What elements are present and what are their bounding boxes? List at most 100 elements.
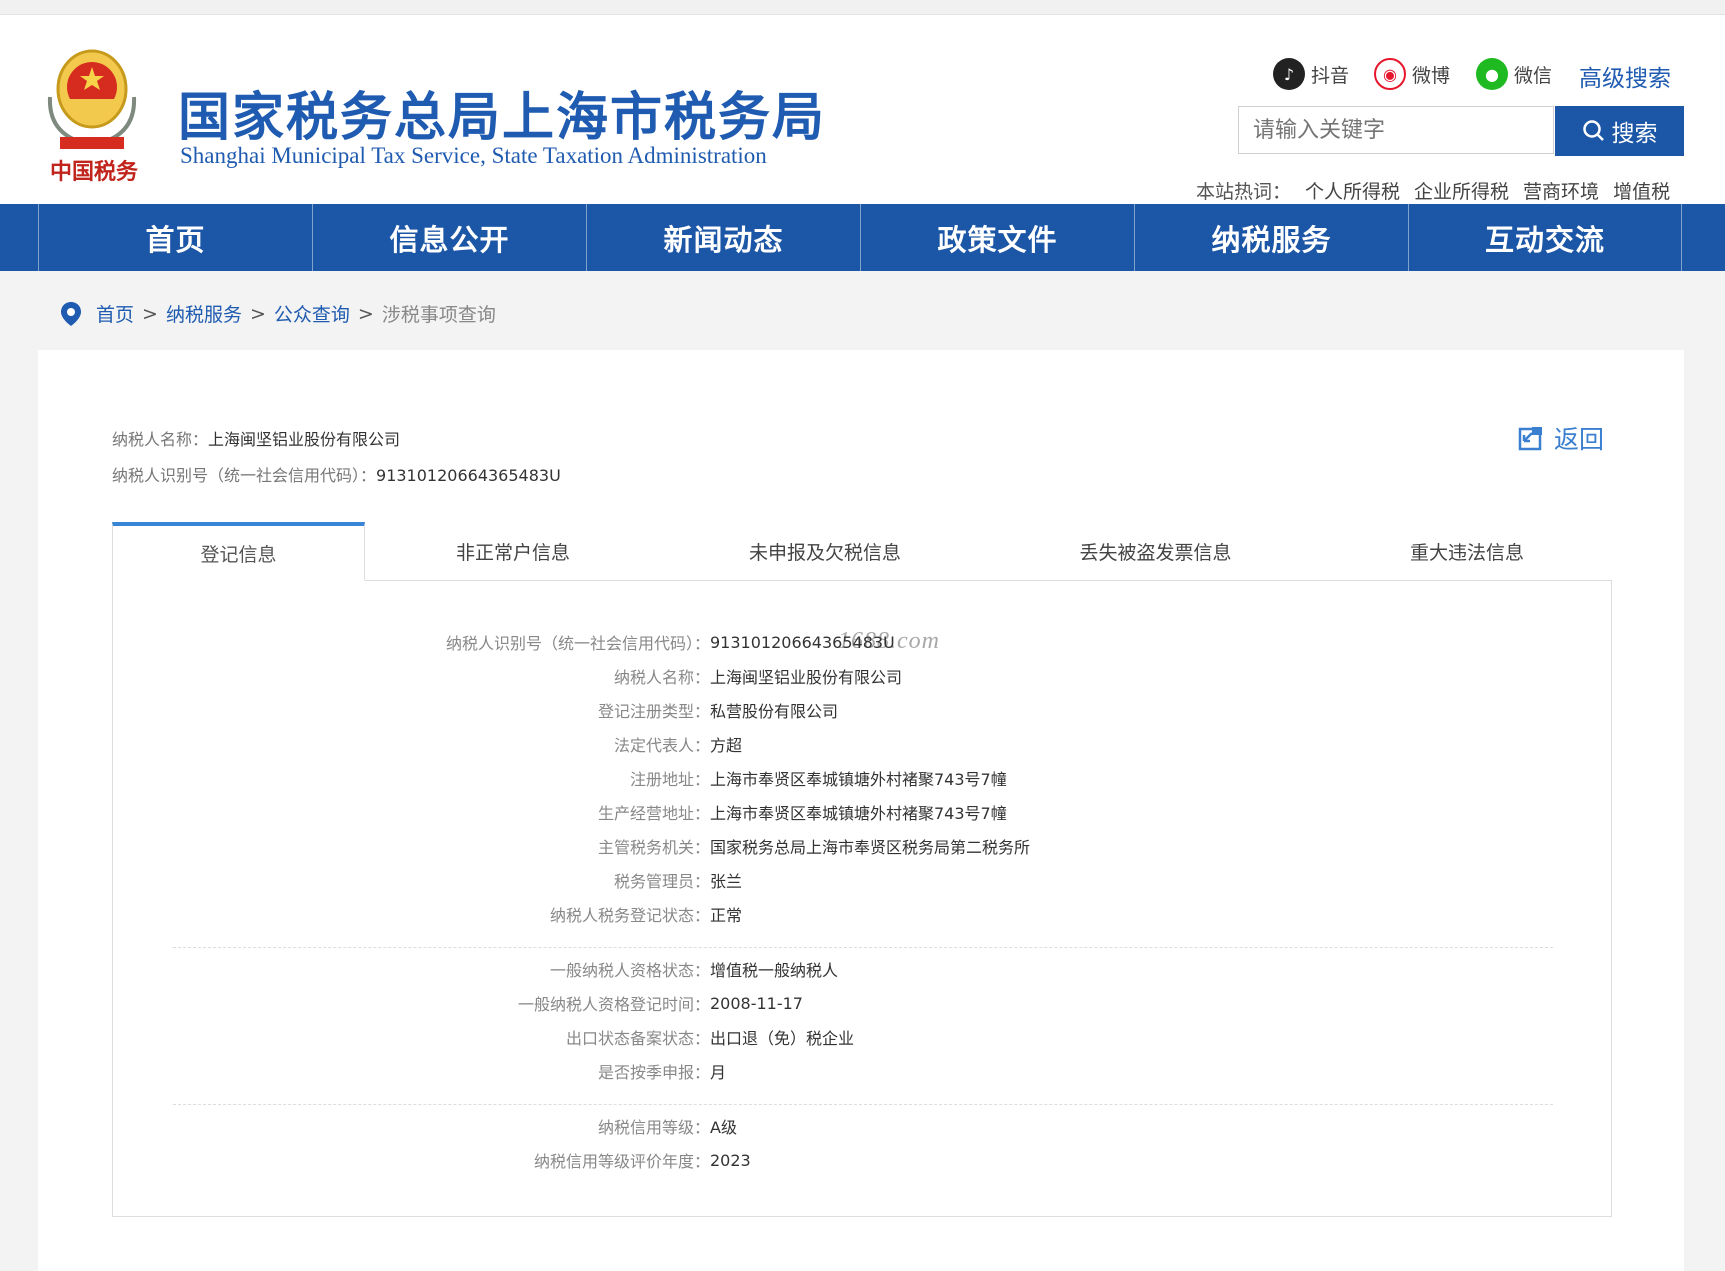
site-subtitle: Shanghai Municipal Tax Service, State Ta…: [180, 143, 767, 168]
search-button-label: 搜索: [1611, 121, 1658, 147]
info-row: 注册地址： 上海市奉贤区奉城镇塘外村褚聚743号7幢: [113, 761, 1611, 795]
breadcrumb-separator: >: [357, 302, 374, 325]
tab-abnormal[interactable]: 非正常户信息: [365, 522, 661, 580]
field-label: 纳税人识别号（统一社会信用代码）：: [445, 634, 710, 653]
field-label: 税务管理员：: [613, 872, 710, 891]
taxpayer-summary: 纳税人名称：上海闽坚铝业股份有限公司 纳税人识别号（统一社会信用代码）：9131…: [112, 422, 561, 494]
info-row: 纳税人名称： 上海闽坚铝业股份有限公司: [113, 659, 1611, 693]
breadcrumb-separator: >: [142, 302, 158, 325]
search-button[interactable]: 搜索: [1555, 106, 1684, 156]
weibo-label: 微博: [1412, 64, 1451, 87]
info-row: 主管税务机关： 国家税务总局上海市奉贤区税务局第二税务所: [113, 829, 1611, 863]
nav-tax-service[interactable]: 纳税服务: [1134, 204, 1408, 271]
field-value: 私营股份有限公司: [710, 702, 839, 721]
content-card: 纳税人名称：上海闽坚铝业股份有限公司 纳税人识别号（统一社会信用代码）：9131…: [38, 350, 1684, 1271]
nav-home[interactable]: 首页: [38, 204, 312, 271]
field-label: 纳税信用等级评价年度：: [533, 1152, 710, 1171]
national-emblem-logo: 中国税务: [40, 37, 156, 197]
weibo-icon: ◉: [1374, 58, 1406, 90]
hotword-item[interactable]: 增值税: [1613, 177, 1670, 204]
field-value: 上海闽坚铝业股份有限公司: [710, 668, 903, 687]
info-row: 出口状态备案状态： 出口退（免）税企业: [113, 1020, 1611, 1054]
field-value: A级: [710, 1118, 737, 1137]
back-icon: [1518, 427, 1542, 451]
info-row: 一般纳税人资格状态： 增值税一般纳税人: [113, 952, 1611, 986]
info-row: 法定代表人： 方超: [113, 727, 1611, 761]
breadcrumb-home[interactable]: 首页: [96, 300, 134, 327]
field-label: 纳税人名称：: [613, 668, 710, 687]
douyin-link[interactable]: ♪ 抖音: [1273, 58, 1349, 90]
registration-panel: 1688.com 纳税人识别号（统一社会信用代码）： 91310120664365…: [112, 580, 1612, 1217]
nav-news[interactable]: 新闻动态: [586, 204, 860, 271]
section-divider: [173, 947, 1553, 948]
field-label: 法定代表人：: [613, 736, 710, 755]
hotword-item[interactable]: 个人所得税: [1305, 177, 1400, 204]
info-row: 税务管理员： 张兰: [113, 863, 1611, 897]
field-label: 是否按季申报：: [597, 1063, 710, 1082]
wechat-link[interactable]: ● 微信: [1476, 58, 1552, 90]
info-row: 纳税信用等级评价年度： 2023: [113, 1143, 1611, 1177]
field-value: 2023: [710, 1150, 751, 1170]
taxpayer-id-label: 纳税人识别号（统一社会信用代码）：: [112, 466, 377, 485]
wechat-icon: ●: [1476, 58, 1508, 90]
tab-undeclared-arrears[interactable]: 未申报及欠税信息: [661, 522, 989, 580]
field-value: 上海市奉贤区奉城镇塘外村褚聚743号7幢: [710, 804, 1007, 823]
hotwords-label: 本站热词：: [1196, 181, 1292, 203]
svg-text:中国税务: 中国税务: [50, 159, 139, 185]
info-row: 生产经营地址： 上海市奉贤区奉城镇塘外村褚聚743号7幢: [113, 795, 1611, 829]
tab-bar: 登记信息 非正常户信息 未申报及欠税信息 丢失被盗发票信息 重大违法信息: [112, 522, 1612, 581]
breadcrumb-current: 涉税事项查询: [381, 304, 496, 326]
hotwords-bar: 本站热词： 个人所得税 企业所得税 营商环境 增值税: [1196, 177, 1670, 204]
weibo-link[interactable]: ◉ 微博: [1374, 58, 1450, 90]
info-row: 登记注册类型： 私营股份有限公司: [113, 693, 1611, 727]
top-strip: [0, 0, 1725, 15]
field-label: 主管税务机关：: [597, 838, 710, 857]
field-value: 出口退（免）税企业: [710, 1029, 855, 1048]
nav-info-disclosure[interactable]: 信息公开: [312, 204, 586, 271]
breadcrumb-separator: >: [249, 302, 266, 325]
field-label: 注册地址：: [629, 770, 710, 789]
hotword-item[interactable]: 营商环境: [1523, 177, 1599, 204]
field-value: 正常: [710, 906, 743, 925]
back-label: 返回: [1554, 425, 1605, 454]
info-row: 纳税信用等级： A级: [113, 1109, 1611, 1143]
nav-policy[interactable]: 政策文件: [860, 204, 1134, 271]
search-icon: [1582, 120, 1604, 141]
taxpayer-name-value: 上海闽坚铝业股份有限公司: [208, 430, 401, 449]
field-label: 一般纳税人资格状态：: [549, 961, 710, 980]
breadcrumb-tax-service[interactable]: 纳税服务: [166, 300, 242, 327]
site-header: 中国税务 国家税务总局上海市税务局 Shanghai Municipal Tax…: [0, 15, 1725, 204]
taxpayer-id-value: 91310120664365483U: [376, 466, 561, 485]
info-row: 是否按季申报：月: [113, 1054, 1611, 1088]
nav-interaction[interactable]: 互动交流: [1408, 204, 1682, 271]
douyin-label: 抖音: [1311, 64, 1350, 87]
field-value: 2008-11-17: [710, 993, 803, 1013]
site-title: 国家税务总局上海市税务局: [178, 88, 827, 148]
breadcrumb-public-query[interactable]: 公众查询: [274, 300, 350, 327]
field-value: 月: [710, 1063, 727, 1082]
field-value: 增值税一般纳税人: [710, 961, 839, 980]
info-row: 纳税人税务登记状态： 正常: [113, 897, 1611, 931]
field-value: 91310120664365483U: [710, 632, 895, 652]
hotword-item[interactable]: 企业所得税: [1414, 177, 1509, 204]
douyin-icon: ♪: [1273, 58, 1305, 90]
field-value: 上海市奉贤区奉城镇塘外村褚聚743号7幢: [710, 770, 1007, 789]
tab-lost-invoices[interactable]: 丢失被盗发票信息: [989, 522, 1322, 580]
field-label: 一般纳税人资格登记时间：: [517, 995, 710, 1014]
tab-major-violations[interactable]: 重大违法信息: [1322, 522, 1612, 580]
info-row: 一般纳税人资格登记时间： 2008-11-17: [113, 986, 1611, 1020]
field-value: 张兰: [710, 872, 743, 891]
search-input[interactable]: [1238, 106, 1554, 154]
field-value: 方超: [710, 736, 743, 755]
field-label: 登记注册类型：: [597, 702, 710, 721]
breadcrumb: 首页 > 纳税服务 > 公众查询 > 涉税事项查询: [60, 300, 496, 327]
field-label: 纳税信用等级：: [597, 1118, 710, 1137]
field-label: 生产经营地址：: [597, 804, 710, 823]
tab-registration[interactable]: 登记信息: [112, 522, 365, 581]
advanced-search-link[interactable]: 高级搜索: [1579, 59, 1671, 93]
back-button[interactable]: 返回: [1518, 420, 1604, 456]
wechat-label: 微信: [1514, 64, 1553, 87]
field-label: 纳税人税务登记状态：: [549, 906, 710, 925]
main-nav: 首页 信息公开 新闻动态 政策文件 纳税服务 互动交流: [0, 204, 1725, 271]
field-value: 国家税务总局上海市奉贤区税务局第二税务所: [710, 838, 1031, 857]
